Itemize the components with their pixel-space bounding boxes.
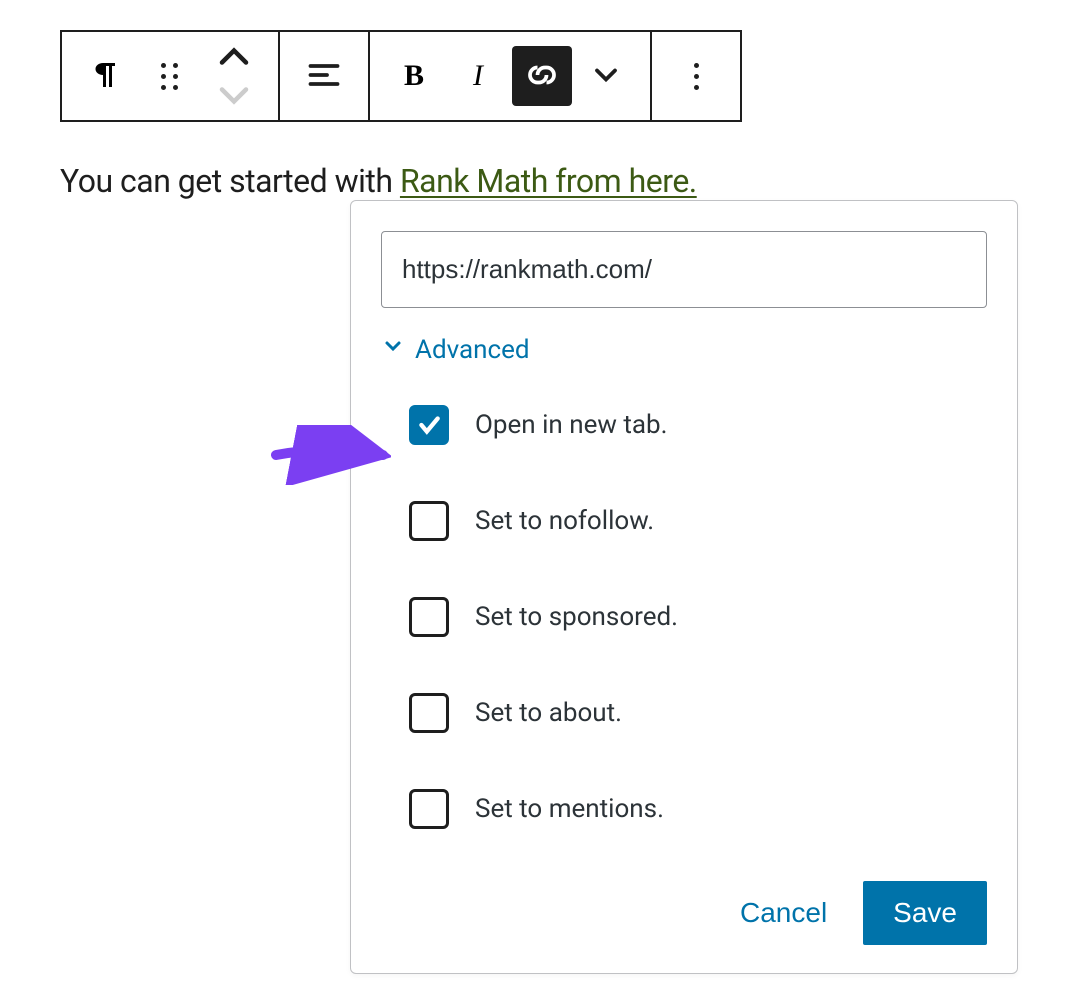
option-label: Set to mentions. — [475, 794, 664, 824]
bold-icon: B — [404, 59, 424, 93]
advanced-toggle[interactable]: Advanced — [381, 334, 987, 365]
checkbox-about[interactable] — [409, 693, 449, 733]
link-url-input[interactable] — [381, 231, 987, 308]
toolbar-group-align — [280, 32, 370, 120]
link-option-mentions: Set to mentions. — [409, 789, 987, 829]
save-button[interactable]: Save — [863, 881, 987, 945]
checkbox-nofollow[interactable] — [409, 501, 449, 541]
align-left-icon — [306, 57, 342, 96]
toolbar-group-block — [62, 32, 280, 120]
annotation-arrow-icon — [271, 425, 391, 485]
link-option-new_tab: Open in new tab. — [409, 405, 987, 445]
paragraph-text: You can get started with — [60, 162, 400, 200]
link-settings-popover: Advanced Open in new tab. Set to nofollow… — [350, 200, 1018, 974]
toolbar-group-more — [652, 32, 740, 120]
link-icon — [524, 57, 560, 96]
italic-button[interactable]: I — [448, 46, 508, 106]
more-options-button[interactable] — [666, 46, 726, 106]
toolbar-group-format: B I — [370, 32, 652, 120]
paragraph-block-button[interactable] — [76, 46, 136, 106]
move-updown-button[interactable] — [204, 46, 264, 106]
format-dropdown-button[interactable] — [576, 46, 636, 106]
option-label: Open in new tab. — [475, 410, 667, 440]
option-label: Set to sponsored. — [475, 602, 678, 632]
drag-handle-icon — [161, 63, 179, 90]
bold-button[interactable]: B — [384, 46, 444, 106]
chevron-down-icon — [381, 334, 405, 365]
more-vertical-icon — [694, 63, 699, 90]
cancel-button[interactable]: Cancel — [734, 896, 833, 930]
link-option-nofollow: Set to nofollow. — [409, 501, 987, 541]
drag-handle-button[interactable] — [140, 46, 200, 106]
checkbox-new_tab[interactable] — [409, 405, 449, 445]
chevron-down-icon — [588, 57, 624, 96]
italic-icon: I — [473, 59, 483, 93]
advanced-label: Advanced — [415, 335, 530, 365]
popover-actions: Cancel Save — [381, 881, 987, 945]
inserted-link[interactable]: Rank Math from here. — [400, 162, 697, 200]
option-label: Set to about. — [475, 698, 622, 728]
link-option-about: Set to about. — [409, 693, 987, 733]
checkbox-sponsored[interactable] — [409, 597, 449, 637]
checkbox-mentions[interactable] — [409, 789, 449, 829]
link-option-sponsored: Set to sponsored. — [409, 597, 987, 637]
paragraph-icon — [88, 57, 124, 96]
move-updown-icon — [216, 40, 252, 112]
link-button[interactable] — [512, 46, 572, 106]
align-button[interactable] — [294, 46, 354, 106]
block-toolbar: B I — [60, 30, 742, 122]
option-label: Set to nofollow. — [475, 506, 654, 536]
editor-paragraph[interactable]: You can get started with Rank Math from … — [60, 162, 1030, 200]
